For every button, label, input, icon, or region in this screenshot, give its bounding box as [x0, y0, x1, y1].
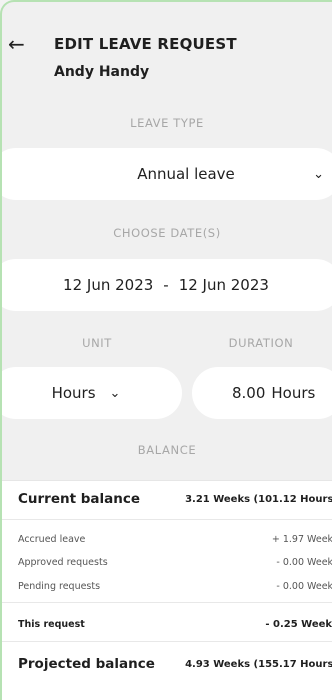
back-arrow-icon[interactable]: ←	[8, 32, 25, 56]
edit-leave-screen: ← EDIT LEAVE REQUEST Andy Handy LEAVE TY…	[0, 0, 332, 700]
this-request-value: - 0.25 Weeks	[265, 619, 332, 630]
current-balance-row: Current balance 3.21 Weeks (101.12 Hours…	[18, 491, 332, 507]
divider	[2, 641, 332, 642]
divider	[2, 602, 332, 603]
accrued-label: Accrued leave	[18, 534, 86, 545]
duration-value: 8.00	[232, 384, 266, 402]
page-title: EDIT LEAVE REQUEST	[54, 35, 237, 53]
projected-balance-label: Projected balance	[18, 656, 155, 672]
chevron-down-icon: ⌄	[109, 385, 121, 401]
divider	[2, 519, 332, 520]
pending-label: Pending requests	[18, 581, 101, 592]
current-balance-value: 3.21 Weeks (101.12 Hours)	[185, 494, 332, 505]
approved-row: Approved requests - 0.00 Weeks	[18, 557, 332, 568]
leave-type-label: LEAVE TYPE	[130, 116, 204, 130]
pending-row: Pending requests - 0.00 Weeks	[18, 581, 332, 592]
balance-label: BALANCE	[137, 443, 197, 457]
duration-label: DURATION	[228, 336, 294, 350]
employee-name: Andy Handy	[54, 64, 150, 80]
date-separator: -	[163, 276, 169, 294]
approved-value: - 0.00 Weeks	[276, 557, 332, 568]
this-request-row: This request - 0.25 Weeks	[18, 619, 332, 630]
projected-balance-value: 4.93 Weeks (155.17 Hours)	[185, 659, 332, 670]
unit-select[interactable]: Hours ⌄	[2, 367, 182, 419]
chevron-down-icon: ⌄	[313, 166, 324, 182]
leave-type-value: Annual leave	[137, 165, 235, 183]
unit-value: Hours	[51, 384, 96, 402]
balance-card: Current balance 3.21 Weeks (101.12 Hours…	[2, 480, 332, 700]
leave-type-select[interactable]: Annual leave ⌄	[2, 148, 332, 200]
this-request-label: This request	[18, 619, 85, 630]
approved-label: Approved requests	[18, 557, 108, 568]
accrued-row: Accrued leave + 1.97 Weeks	[18, 534, 332, 545]
choose-dates-label: CHOOSE DATE(S)	[113, 226, 221, 240]
accrued-value: + 1.97 Weeks	[271, 534, 332, 545]
projected-balance-row: Projected balance 4.93 Weeks (155.17 Hou…	[18, 656, 332, 672]
current-balance-label: Current balance	[18, 491, 141, 507]
date-range-picker[interactable]: 12 Jun 2023 - 12 Jun 2023	[2, 259, 332, 311]
pending-value: - 0.00 Weeks	[276, 581, 332, 592]
end-date: 12 Jun 2023	[178, 276, 269, 294]
duration-unit: Hours	[271, 384, 316, 402]
start-date: 12 Jun 2023	[63, 276, 154, 294]
duration-input[interactable]: 8.00 Hours	[192, 367, 332, 419]
